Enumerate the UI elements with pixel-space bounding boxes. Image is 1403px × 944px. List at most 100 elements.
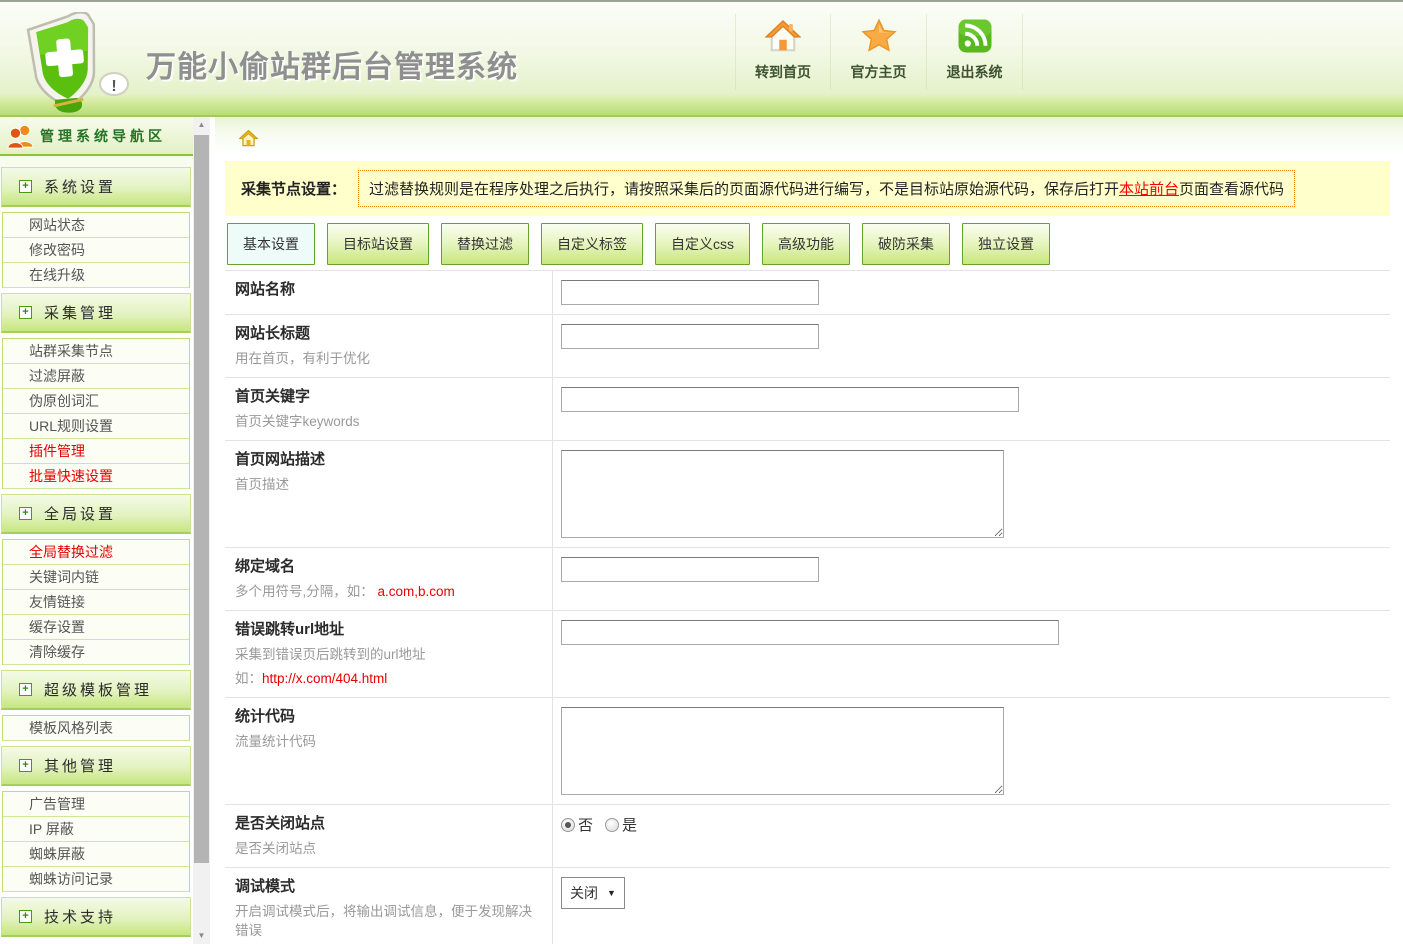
select-value: 关闭 bbox=[570, 883, 598, 903]
site-closed-radio-option[interactable]: 是 bbox=[605, 814, 637, 835]
sidebar-item[interactable]: 蜘蛛屏蔽 bbox=[3, 842, 189, 867]
sidebar-group-system-settings[interactable]: +系统设置 bbox=[1, 167, 191, 207]
form-label-cell: 首页关键字首页关键字keywords bbox=[225, 378, 553, 440]
sidebar-title: 管理系统导航区 bbox=[40, 126, 166, 146]
radio-icon[interactable] bbox=[605, 818, 619, 832]
settings-form: 网站名称网站长标题用在首页，有利于优化首页关键字首页关键字keywords首页网… bbox=[225, 270, 1390, 944]
sidebar-item[interactable]: 全局替换过滤 bbox=[3, 540, 189, 565]
main-content: 采集节点设置： 过滤替换规则是在程序处理之后执行，请按照采集后的页面源代码进行编… bbox=[215, 117, 1403, 944]
form-field-cell bbox=[553, 378, 1390, 440]
sidebar-group-label: 其他管理 bbox=[44, 755, 116, 776]
sidebar-item[interactable]: 清除缓存 bbox=[3, 640, 189, 665]
tab-replace-filter[interactable]: 替换过滤 bbox=[441, 223, 529, 265]
form-row-bind-domain: 绑定域名多个用符号,分隔，如： a.com,b.com bbox=[225, 547, 1390, 610]
site-closed-radio-option[interactable]: 否 bbox=[561, 814, 593, 835]
expand-plus-icon: + bbox=[19, 306, 32, 319]
scrollbar-thumb[interactable] bbox=[194, 135, 209, 863]
sidebar-group-label: 系统设置 bbox=[44, 176, 116, 197]
home-description-textarea[interactable] bbox=[561, 450, 1004, 538]
sidebar-group-label: 超级模板管理 bbox=[44, 679, 152, 700]
sidebar-item[interactable]: 模板风格列表 bbox=[3, 716, 189, 741]
site-front-link[interactable]: 本站前台 bbox=[1119, 181, 1179, 198]
form-sublabel-text: 是否关闭站点 bbox=[235, 841, 316, 856]
form-label: 网站长标题 bbox=[235, 324, 538, 344]
sidebar-item[interactable]: 友情链接 bbox=[3, 590, 189, 615]
form-sublabel: 开启调试模式后，将输出调试信息，便于发现解决错误 bbox=[235, 902, 538, 940]
debug-mode-select[interactable]: 关闭▼ bbox=[561, 877, 625, 909]
breadcrumb-home-icon[interactable] bbox=[239, 129, 258, 148]
sidebar-group-super-template[interactable]: + 超级模板管理 bbox=[1, 670, 191, 710]
form-label: 是否关闭站点 bbox=[235, 814, 538, 834]
form-field-cell: 否是 bbox=[553, 805, 1390, 867]
home-icon bbox=[736, 18, 830, 58]
header-nav-official-site[interactable]: 官方主页 bbox=[831, 14, 927, 90]
sidebar-group-tech-support[interactable]: +技术支持 bbox=[1, 897, 191, 937]
sidebar-group-label: 采集管理 bbox=[44, 302, 116, 323]
form-label-cell: 网站长标题用在首页，有利于优化 bbox=[225, 315, 553, 377]
sidebar-item[interactable]: 过滤屏蔽 bbox=[3, 364, 189, 389]
tab-bar: 基本设置目标站设置替换过滤自定义标签自定义css 高级功能破防采集独立设置 bbox=[227, 223, 1390, 265]
radio-icon[interactable] bbox=[561, 818, 575, 832]
sidebar-item[interactable]: 站群采集节点 bbox=[3, 339, 189, 364]
header-nav-goto-home[interactable]: 转到首页 bbox=[735, 14, 831, 90]
star-icon bbox=[831, 18, 926, 58]
form-label-cell: 网站名称 bbox=[225, 271, 553, 314]
sidebar-group-collect-management[interactable]: + 采集管理 bbox=[1, 293, 191, 333]
tab-independent-settings[interactable]: 独立设置 bbox=[962, 223, 1050, 265]
expand-plus-icon: + bbox=[19, 683, 32, 696]
sidebar-item[interactable]: 缓存设置 bbox=[3, 615, 189, 640]
sidebar-group-other-management[interactable]: + 其他管理 bbox=[1, 746, 191, 786]
sidebar-items-collect-management: 站群采集节点过滤屏蔽伪原创词汇URL规则设置插件管理批量快速设置 bbox=[2, 338, 190, 489]
home-keywords-input[interactable] bbox=[561, 387, 1019, 412]
site-long-title-input[interactable] bbox=[561, 324, 819, 349]
notice-text-before: 过滤替换规则是在程序处理之后执行，请按照采集后的页面源代码进行编写，不是目标站原… bbox=[369, 181, 1119, 198]
form-row-stats-code: 统计代码流量统计代码 bbox=[225, 697, 1390, 804]
sidebar-item[interactable]: 广告管理 bbox=[3, 792, 189, 817]
tab-target-site-settings[interactable]: 目标站设置 bbox=[327, 223, 429, 265]
tab-anti-block-collect[interactable]: 破防采集 bbox=[862, 223, 950, 265]
sidebar-items-system-settings: 网站状态修改密码在线升级 bbox=[2, 212, 190, 288]
form-row-site-closed: 是否关闭站点是否关闭站点否是 bbox=[225, 804, 1390, 867]
error-redirect-url-input[interactable] bbox=[561, 620, 1059, 645]
sidebar-item[interactable]: URL规则设置 bbox=[3, 414, 189, 439]
sidebar-item[interactable]: 批量快速设置 bbox=[3, 464, 189, 489]
sidebar-item[interactable]: 插件管理 bbox=[3, 439, 189, 464]
expand-plus-icon: + bbox=[19, 759, 32, 772]
header-nav-label: 转到首页 bbox=[736, 62, 830, 82]
sidebar-item[interactable]: 蜘蛛访问记录 bbox=[3, 867, 189, 892]
sidebar-item[interactable]: 在线升级 bbox=[3, 263, 189, 288]
sidebar-groups: +系统设置网站状态修改密码在线升级+采集管理站群采集节点过滤屏蔽伪原创词汇URL… bbox=[0, 156, 193, 937]
shield-logo-icon: ! bbox=[14, 12, 144, 114]
radio-label: 是 bbox=[622, 814, 637, 835]
form-sublabel-text: 首页描述 bbox=[235, 477, 289, 492]
sidebar-item[interactable]: 关键词内链 bbox=[3, 565, 189, 590]
form-sublabel: 多个用符号,分隔，如： a.com,b.com bbox=[235, 582, 538, 601]
header-nav-logout[interactable]: 退出系统 bbox=[927, 14, 1023, 90]
tab-custom-css[interactable]: 自定义css bbox=[655, 223, 750, 265]
tab-advanced-features[interactable]: 高级功能 bbox=[762, 223, 850, 265]
sidebar-header: 管理系统导航区 bbox=[0, 117, 193, 156]
sidebar-item[interactable]: 修改密码 bbox=[3, 238, 189, 263]
form-row-home-keywords: 首页关键字首页关键字keywords bbox=[225, 377, 1390, 440]
scrollbar-up-arrow-icon[interactable]: ▲ bbox=[193, 117, 210, 133]
bind-domain-input[interactable] bbox=[561, 557, 819, 582]
sidebar-item[interactable]: IP 屏蔽 bbox=[3, 817, 189, 842]
sidebar-item[interactable]: 网站状态 bbox=[3, 213, 189, 238]
scrollbar-down-arrow-icon[interactable]: ▼ bbox=[193, 928, 210, 944]
rss-icon bbox=[927, 18, 1022, 58]
stats-code-textarea[interactable] bbox=[561, 707, 1004, 795]
people-icon bbox=[6, 123, 36, 149]
form-field-cell bbox=[553, 698, 1390, 804]
tab-custom-tags[interactable]: 自定义标签 bbox=[541, 223, 643, 265]
sidebar-group-global-settings[interactable]: +全局设置 bbox=[1, 494, 191, 534]
sidebar-group-label: 全局设置 bbox=[44, 503, 116, 524]
form-sublabel-text: http://x.com/404.html bbox=[262, 671, 387, 686]
sidebar-scrollbar[interactable]: ▲ ▼ bbox=[193, 117, 210, 944]
sidebar-items-global-settings: 全局替换过滤关键词内链友情链接缓存设置清除缓存 bbox=[2, 539, 190, 665]
sidebar-item[interactable]: 伪原创词汇 bbox=[3, 389, 189, 414]
site-name-input[interactable] bbox=[561, 280, 819, 305]
form-label-cell: 首页网站描述首页描述 bbox=[225, 441, 553, 547]
form-label-cell: 错误跳转url地址采集到错误页后跳转到的url地址如：http://x.com/… bbox=[225, 611, 553, 697]
form-sublabel-text: 多个用符号,分隔，如： bbox=[235, 584, 378, 599]
tab-basic-settings[interactable]: 基本设置 bbox=[227, 223, 315, 265]
